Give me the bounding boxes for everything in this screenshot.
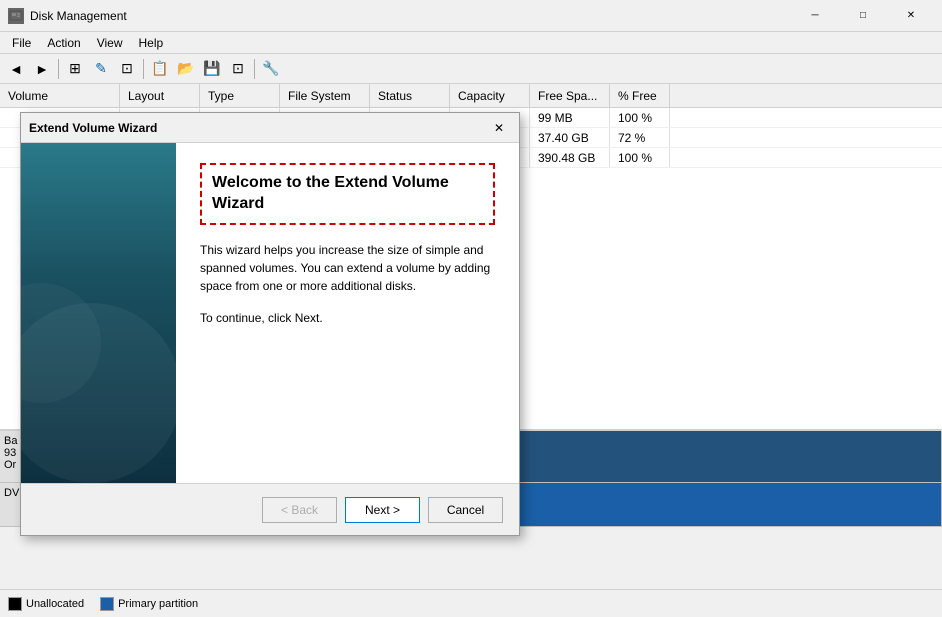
cell-freepct-1: 100 % xyxy=(610,108,670,127)
app-title: Disk Management xyxy=(30,9,792,23)
menu-action[interactable]: Action xyxy=(39,34,88,52)
dialog-footer: < Back Next > Cancel xyxy=(21,483,519,535)
toolbar-btn-4[interactable]: 📋 xyxy=(148,57,172,81)
toolbar-btn-2[interactable]: ✎ xyxy=(89,57,113,81)
toolbar-btn-5[interactable]: 📂 xyxy=(174,57,198,81)
cell-freepct-3: 100 % xyxy=(610,148,670,167)
next-button[interactable]: Next > xyxy=(345,497,420,523)
legend-primary: Primary partition xyxy=(100,597,198,611)
continue-label: To continue, click Next. xyxy=(200,311,323,325)
minimize-button[interactable]: ─ xyxy=(792,0,838,32)
title-bar: Disk Management ─ □ ✕ xyxy=(0,0,942,32)
legend-label-unallocated: Unallocated xyxy=(26,598,84,610)
dialog-close-button[interactable]: ✕ xyxy=(487,117,511,139)
legend-label-primary: Primary partition xyxy=(118,598,198,610)
dialog-description: This wizard helps you increase the size … xyxy=(200,241,495,295)
toolbar-btn-3[interactable]: ⊡ xyxy=(115,57,139,81)
dialog-title-bar: Extend Volume Wizard ✕ xyxy=(21,113,519,143)
cell-freespace-2: 37.40 GB xyxy=(530,128,610,147)
back-button[interactable]: < Back xyxy=(262,497,337,523)
toolbar-sep-3 xyxy=(254,59,255,79)
dialog-continue-text: To continue, click Next. xyxy=(200,311,495,325)
col-header-freepct: % Free xyxy=(610,84,670,107)
legend-box-unallocated xyxy=(8,597,22,611)
extend-volume-wizard: Extend Volume Wizard ✕ Welcome to the Ex… xyxy=(20,112,520,536)
col-header-type: Type xyxy=(200,84,280,107)
menu-bar: File Action View Help xyxy=(0,32,942,54)
maximize-button[interactable]: □ xyxy=(840,0,886,32)
cell-freepct-2: 72 % xyxy=(610,128,670,147)
cell-freespace-3: 390.48 GB xyxy=(530,148,610,167)
toolbar-btn-1[interactable]: ⊞ xyxy=(63,57,87,81)
col-header-status: Status xyxy=(370,84,450,107)
menu-view[interactable]: View xyxy=(89,34,131,52)
toolbar-forward[interactable]: ► xyxy=(30,57,54,81)
table-header: Volume Layout Type File System Status Ca… xyxy=(0,84,942,108)
dialog-main-content: Welcome to the Extend Volume Wizard This… xyxy=(176,143,519,483)
legend-unallocated: Unallocated xyxy=(8,597,84,611)
col-header-filesystem: File System xyxy=(280,84,370,107)
dialog-heading-text: Welcome to the Extend Volume Wizard xyxy=(212,174,449,212)
toolbar-sep-2 xyxy=(143,59,144,79)
toolbar-btn-7[interactable]: ⊡ xyxy=(226,57,250,81)
legend-box-primary xyxy=(100,597,114,611)
cell-freespace-1: 99 MB xyxy=(530,108,610,127)
col-header-capacity: Capacity xyxy=(450,84,530,107)
col-header-layout: Layout xyxy=(120,84,200,107)
toolbar-back[interactable]: ◄ xyxy=(4,57,28,81)
toolbar-sep-1 xyxy=(58,59,59,79)
dialog-title: Extend Volume Wizard xyxy=(29,121,487,135)
dialog-description-text: This wizard helps you increase the size … xyxy=(200,243,490,293)
col-header-freespace: Free Spa... xyxy=(530,84,610,107)
cancel-button[interactable]: Cancel xyxy=(428,497,503,523)
toolbar: ◄ ► ⊞ ✎ ⊡ 📋 📂 💾 ⊡ 🔧 xyxy=(0,54,942,84)
dialog-heading: Welcome to the Extend Volume Wizard xyxy=(200,163,495,225)
menu-help[interactable]: Help xyxy=(131,34,172,52)
col-header-volume: Volume xyxy=(0,84,120,107)
menu-file[interactable]: File xyxy=(4,34,39,52)
app-icon xyxy=(8,8,24,24)
toolbar-btn-6[interactable]: 💾 xyxy=(200,57,224,81)
dialog-sidebar xyxy=(21,143,176,483)
window-controls: ─ □ ✕ xyxy=(792,0,934,32)
status-bar: Unallocated Primary partition xyxy=(0,589,942,617)
close-button[interactable]: ✕ xyxy=(888,0,934,32)
dialog-body: Welcome to the Extend Volume Wizard This… xyxy=(21,143,519,483)
toolbar-btn-8[interactable]: 🔧 xyxy=(259,57,283,81)
